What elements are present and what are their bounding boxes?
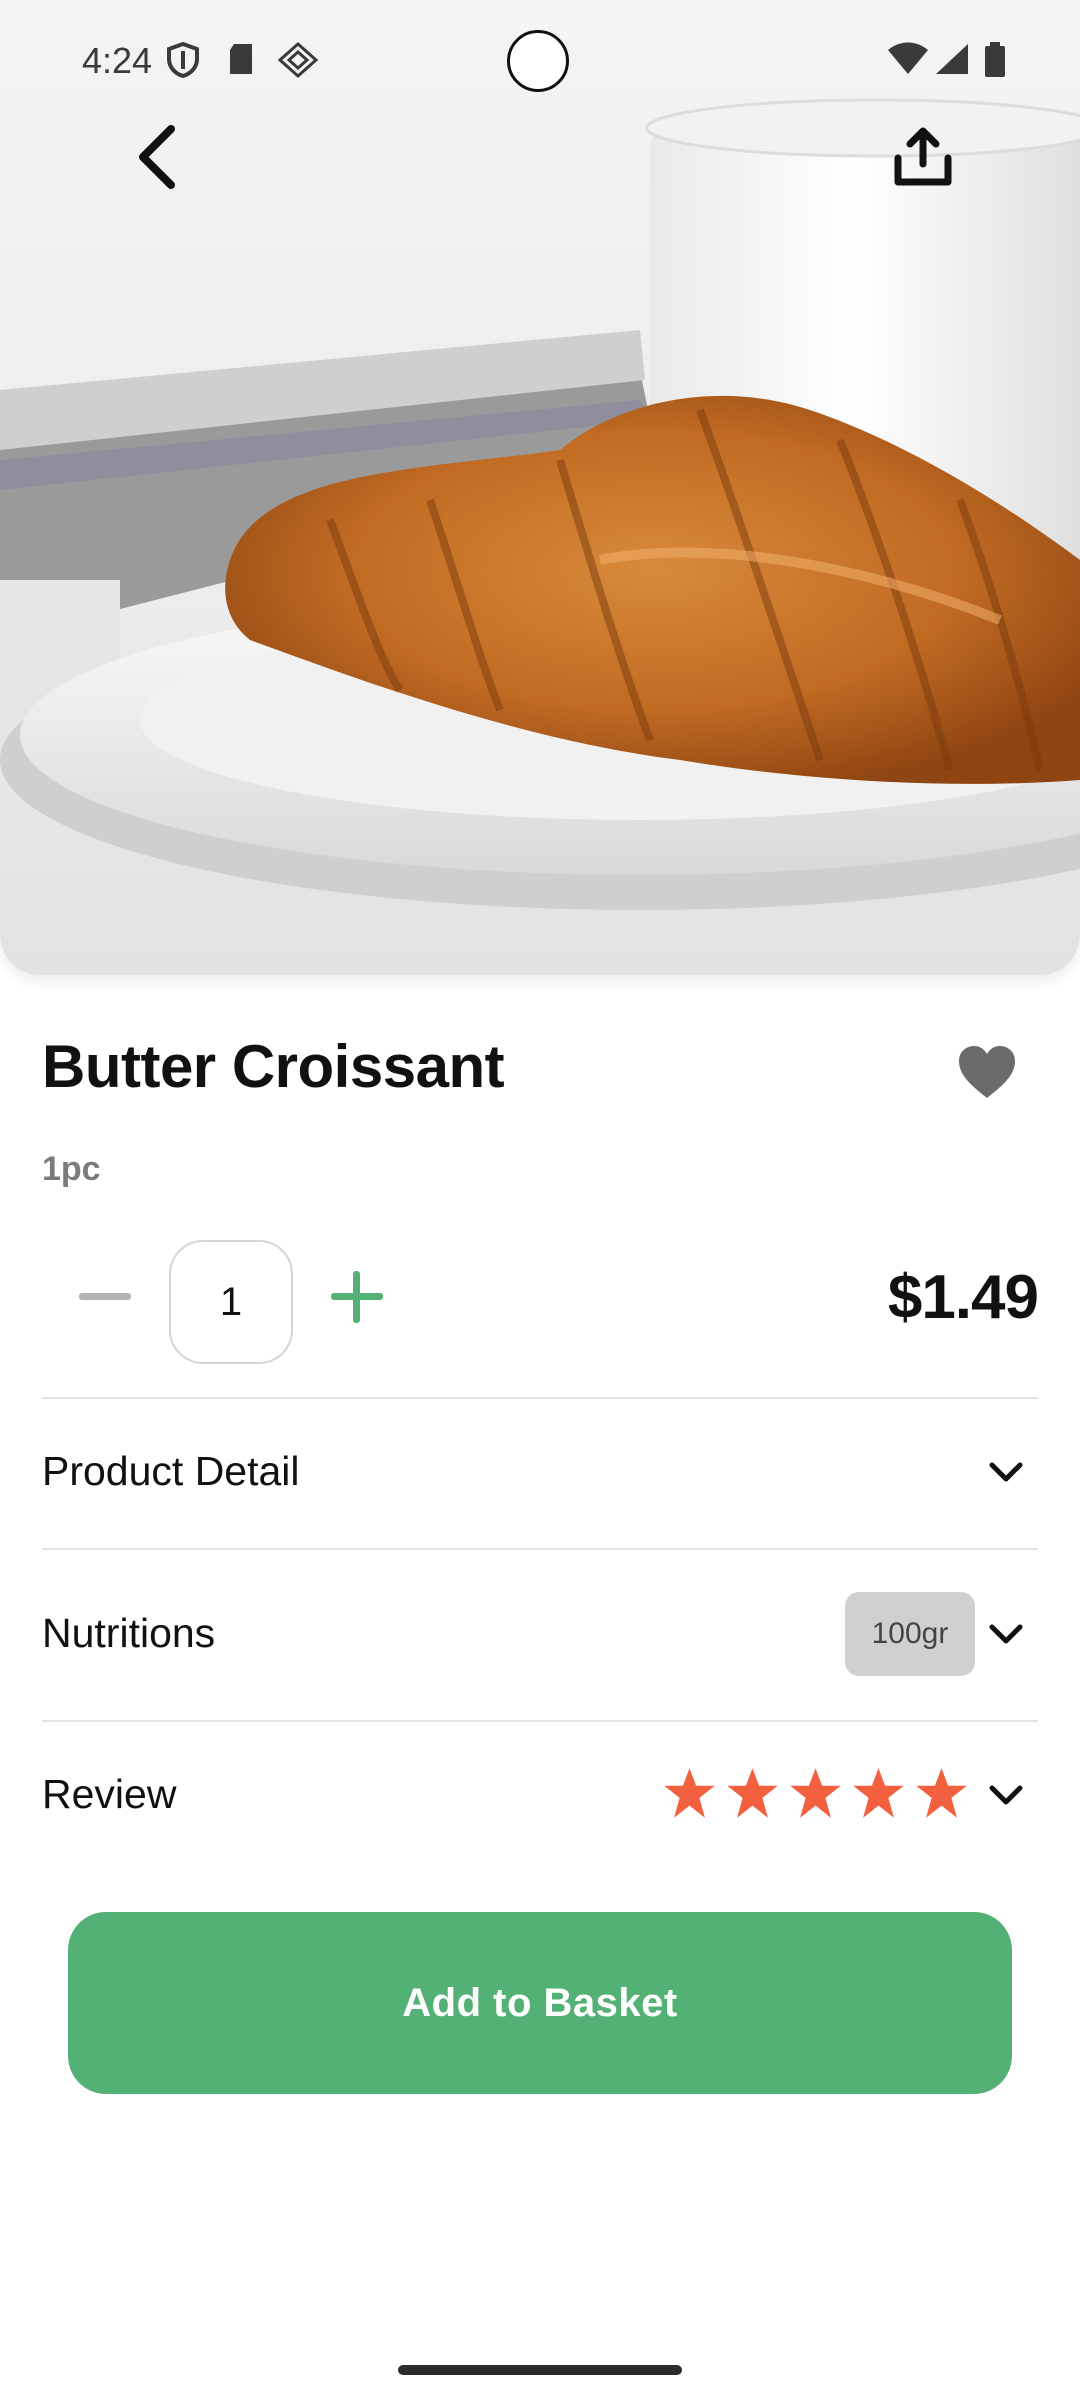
add-to-basket-label: Add to Basket (402, 1980, 678, 2025)
minus-icon (79, 1293, 131, 1300)
nutritions-label[interactable]: Nutritions (42, 1610, 215, 1657)
share-button[interactable] (878, 112, 968, 202)
increase-quantity-button[interactable] (322, 1262, 392, 1332)
chevron-down-icon (989, 1462, 1023, 1482)
diamond-icon (277, 41, 319, 83)
favorite-button[interactable] (955, 1040, 1019, 1104)
star-icon (853, 1768, 904, 1818)
product-title: Butter Croissant (42, 1033, 505, 1100)
quantity-field[interactable]: 1 (169, 1240, 293, 1364)
star-icon (727, 1768, 778, 1818)
divider (42, 1397, 1038, 1399)
chevron-left-icon (139, 125, 175, 189)
back-button[interactable] (112, 112, 202, 202)
product-detail-toggle[interactable] (981, 1448, 1031, 1498)
divider (42, 1548, 1038, 1550)
star-icon (916, 1768, 967, 1818)
sd-card-icon (226, 42, 256, 81)
product-detail-label[interactable]: Product Detail (42, 1448, 300, 1495)
star-icon (664, 1768, 715, 1818)
review-toggle[interactable] (981, 1771, 1031, 1821)
product-price: $1.49 (887, 1263, 1039, 1332)
battery-icon (984, 42, 1006, 83)
divider (42, 1720, 1038, 1722)
chevron-down-icon (989, 1624, 1023, 1644)
heart-icon (959, 1046, 1015, 1098)
camera-cutout (507, 30, 569, 92)
decrease-quantity-button[interactable] (70, 1262, 140, 1332)
review-label[interactable]: Review (42, 1771, 176, 1818)
shield-icon (166, 41, 200, 83)
product-unit: 1pc (42, 1150, 101, 1188)
plus-icon (331, 1271, 383, 1323)
wifi-icon (888, 42, 928, 81)
nutritions-toggle[interactable] (981, 1610, 1031, 1660)
nutrition-badge: 100gr (845, 1592, 975, 1676)
home-indicator[interactable] (398, 2365, 682, 2375)
share-upload-icon (894, 127, 952, 186)
status-bar: 4:24 (0, 0, 1080, 120)
star-icon (790, 1768, 841, 1818)
add-to-basket-button[interactable]: Add to Basket (68, 1912, 1012, 2094)
review-stars (662, 1766, 969, 1821)
signal-icon (934, 42, 970, 81)
chevron-down-icon (989, 1785, 1023, 1805)
status-time: 4:24 (82, 40, 153, 81)
